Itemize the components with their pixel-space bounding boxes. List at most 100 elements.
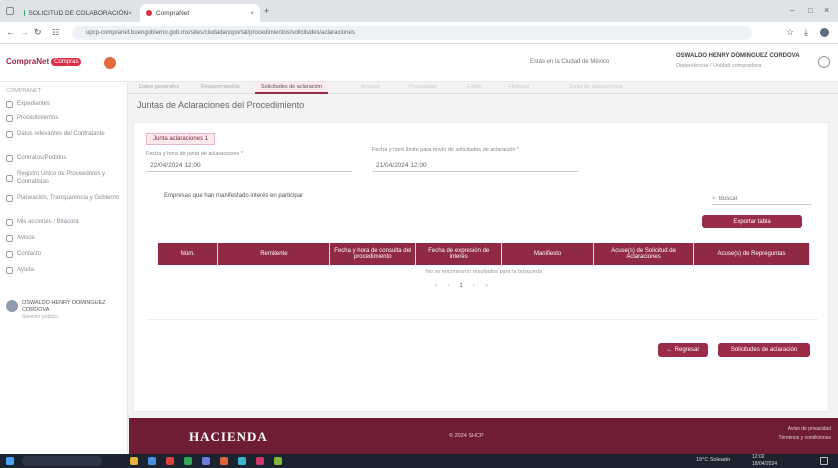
th-fecha-consulta[interactable]: Fecha y hora de consulta del procedimien…	[329, 243, 417, 265]
page-title: Juntas de Aclaraciones del Procedimiento	[137, 100, 305, 110]
tab-anexos[interactable]: Anexos	[361, 84, 379, 90]
tab-requerimientos[interactable]: Requerimientos	[201, 84, 240, 90]
maximize-icon[interactable]: □	[808, 6, 813, 15]
sidebar-item-ayuda[interactable]: Ayuda	[6, 266, 122, 274]
close-icon[interactable]: ×	[250, 10, 254, 17]
logo-badge: Compras	[51, 57, 82, 66]
taskbar-app-icon[interactable]	[166, 457, 174, 465]
profile-icon[interactable]	[820, 28, 829, 37]
site-settings-icon[interactable]: ☷	[52, 28, 59, 37]
sidebar-user-card[interactable]: OSWALDO HENRY DOMINGUEZ CORDOVA Servidor…	[6, 300, 122, 320]
user-name: OSWALDO HENRY DOMINGUEZ CORDOVA	[676, 53, 800, 59]
clock-date[interactable]: 18/04/2024	[752, 461, 777, 467]
forward-icon[interactable]: →	[20, 27, 29, 37]
back-icon[interactable]: ←	[6, 27, 15, 37]
footer-brand: HACIENDA	[189, 429, 268, 444]
tab-junta[interactable]: Junta de aclaraciones	[569, 84, 623, 90]
tab-datos-generales[interactable]: Datos generales	[139, 84, 179, 90]
sidebar-item-label: Datos relevantes del Contratante	[17, 131, 105, 137]
sidebar-item-acciones[interactable]: Mis acciones / Bitácora	[6, 218, 122, 226]
back-button[interactable]: ← Regresar	[658, 343, 708, 357]
field-fecha-limite-label: Fecha y hora límite para envío de solici…	[372, 147, 520, 153]
page-current[interactable]: 1	[459, 283, 462, 289]
browser-tab-2[interactable]: CompraNet ×	[140, 4, 260, 22]
sidebar-item-label: Registro Unico de Proveedores y Contrati…	[17, 171, 106, 185]
taskbar-app-icon[interactable]	[274, 457, 282, 465]
folder-icon	[6, 100, 13, 108]
next-page-icon[interactable]: ›	[473, 283, 475, 289]
sidebar-item-avisos[interactable]: Avisos	[6, 234, 122, 242]
field-fecha-junta[interactable]: 22/04/2024 12:00	[146, 159, 352, 172]
th-acuse-repreguntas[interactable]: Acuse(s) de Repreguntas	[693, 243, 810, 265]
browser-tab-bar: SOLICITUD DE COLABORACIÓN × CompraNet × …	[0, 0, 838, 22]
notification-icon[interactable]	[820, 457, 828, 465]
sidebar: COMPRANET Expedientes Procedimientos Dat…	[0, 82, 128, 454]
list-icon	[6, 114, 13, 122]
bookmark-icon[interactable]: ☆	[786, 27, 794, 38]
tab-historial[interactable]: Historial	[509, 84, 529, 90]
footer-link-terms[interactable]: Términos y condiciones	[759, 435, 831, 441]
taskbar-app-icon[interactable]	[256, 457, 264, 465]
clock-time[interactable]: 12:02	[752, 454, 765, 460]
close-icon[interactable]: ×	[128, 10, 132, 17]
taskbar-app-icon[interactable]	[130, 457, 138, 465]
th-manifiesto[interactable]: Manifiesto	[501, 243, 595, 265]
prev-page-icon[interactable]: ‹	[447, 283, 449, 289]
url-field[interactable]: upcp-compranet.buengobierno.gob.mx/sites…	[72, 26, 752, 40]
taskbar-app-icon[interactable]	[184, 457, 192, 465]
sidebar-item-contratos[interactable]: Contratos/Pedidos	[6, 154, 122, 162]
sidebar-item-registro[interactable]: Registro Unico de Proveedores y Contrati…	[6, 170, 122, 186]
taskbar-app-icon[interactable]	[202, 457, 210, 465]
window-close-icon[interactable]: ×	[824, 5, 829, 15]
sidebar-item-expedientes[interactable]: Expedientes	[6, 100, 122, 108]
user-avatar-icon[interactable]	[818, 56, 830, 68]
user-subtitle: Dependencia / Unidad compradora	[676, 63, 762, 69]
new-tab-icon[interactable]: +	[264, 6, 269, 16]
sidebar-item-procedimientos[interactable]: Procedimientos	[6, 114, 122, 122]
solicitudes-aclaracion-button[interactable]: Solicitudes de aclaración	[718, 343, 810, 357]
sidebar-item-planeacion[interactable]: Planeación, Transparencia y Gobierno	[6, 194, 122, 202]
sidebar-item-datos[interactable]: Datos relevantes del Contratante	[6, 130, 122, 138]
export-table-button[interactable]: Exportar tabla	[702, 215, 802, 228]
th-num[interactable]: Núm.	[158, 243, 219, 265]
logo[interactable]: CompraNet Compras	[6, 57, 82, 66]
field-fecha-limite[interactable]: 21/04/2024 12:00	[372, 159, 578, 172]
search-input[interactable]	[718, 195, 799, 202]
browser-tab-1[interactable]: SOLICITUD DE COLABORACIÓN ×	[18, 4, 138, 22]
footer-link-privacy[interactable]: Aviso de privacidad	[759, 426, 831, 432]
window-menu-icon[interactable]	[6, 7, 14, 15]
taskbar-search[interactable]	[22, 456, 102, 466]
sidebar-item-label: Planeación, Transparencia y Gobierno	[17, 195, 120, 201]
chart-icon	[6, 194, 13, 202]
empty-table-message: No se encontraron resultados para la bús…	[425, 269, 543, 275]
taskbar-app-icon[interactable]	[148, 457, 156, 465]
file-icon	[6, 130, 13, 138]
weather-text[interactable]: 19°C Soleado	[696, 457, 730, 463]
junta-card: Junta aclaraciones 1 Fecha y hora de jun…	[133, 122, 829, 412]
windows-start-icon[interactable]	[6, 457, 14, 465]
search-box[interactable]: ⌕	[712, 193, 812, 205]
th-acuse-solicitud[interactable]: Acuse(s) de Solicitud de Aclaraciones	[593, 243, 695, 265]
tab-fallos[interactable]: Fallos	[467, 84, 482, 90]
back-arrow-icon: ←	[666, 347, 673, 353]
tab-junta-1[interactable]: Junta aclaraciones 1	[146, 133, 216, 145]
tab-propuestas[interactable]: Propuestas	[409, 84, 437, 90]
taskbar-app-icon[interactable]	[220, 457, 228, 465]
last-page-icon[interactable]: »	[485, 283, 488, 289]
reload-icon[interactable]: ↻	[34, 27, 42, 38]
sidebar-item-contacto[interactable]: Contacto	[6, 250, 122, 258]
tab-favicon-icon	[146, 10, 152, 16]
tab-label: CompraNet	[156, 9, 190, 17]
main-content: Datos generales Requerimientos Solicitud…	[129, 82, 838, 418]
th-fecha-interes[interactable]: Fecha de expresión de interés	[415, 243, 503, 265]
sidebar-user-role: Servidor público	[22, 314, 58, 320]
th-remitente[interactable]: Remitente	[217, 243, 331, 265]
footer: HACIENDA © 2024 SHCP Aviso de privacidad…	[129, 418, 838, 454]
home-icon[interactable]	[104, 57, 116, 69]
download-icon[interactable]: ⤓	[804, 27, 808, 38]
divider	[146, 319, 818, 320]
minimize-icon[interactable]: –	[790, 6, 794, 15]
taskbar-app-icon[interactable]	[238, 457, 246, 465]
first-page-icon[interactable]: «	[434, 283, 437, 289]
tab-solicitudes[interactable]: Solicitudes de aclaración	[255, 82, 328, 94]
